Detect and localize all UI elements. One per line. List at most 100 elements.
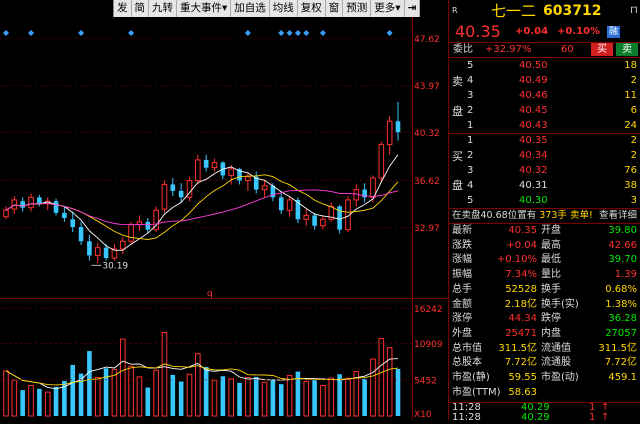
- ask-row[interactable]: 4 40.49 2: [449, 73, 640, 88]
- volume-bar: [395, 368, 401, 416]
- volume-bar: [111, 369, 118, 417]
- bid-price: 40.35: [519, 135, 548, 146]
- event-diamond-icon[interactable]: [3, 30, 9, 36]
- candle-body: [145, 221, 151, 230]
- weibi-label: 委比: [453, 44, 473, 55]
- toolbar-item-forecast[interactable]: 预测: [343, 0, 372, 17]
- bid-row[interactable]: 4 40.31 38: [449, 178, 640, 193]
- ask-row[interactable]: 1 40.43 24: [449, 118, 640, 133]
- bid-volume: 3: [630, 195, 637, 206]
- price-tick-label: 32.97: [414, 224, 440, 234]
- stat-label: 市盈(静): [452, 372, 490, 383]
- stat-row: 振幅 7.34% 量比 1.39: [449, 268, 640, 282]
- toolbar-item-major-events[interactable]: 重大事件▾: [177, 0, 232, 17]
- toolbar-item-window[interactable]: 窗: [326, 0, 344, 17]
- tick-volume: 1: [589, 411, 596, 423]
- sell-button[interactable]: 卖: [616, 43, 638, 56]
- event-diamond-icon[interactable]: [78, 30, 85, 36]
- tick-time: 11:28: [452, 411, 481, 423]
- stat-label: 振幅: [452, 269, 472, 281]
- buy-button[interactable]: 买: [591, 43, 613, 56]
- low-annotation-label: 30.19: [102, 261, 128, 271]
- kline-chart-svg[interactable]: 47.62 43.97 40.32 36.62 32.97 30.19 q 16242 109…: [0, 0, 448, 420]
- price-tick-label: 47.62: [414, 35, 440, 45]
- tick-direction-icon: ↑: [601, 411, 610, 423]
- event-diamond-icon[interactable]: [303, 30, 310, 36]
- bid-row[interactable]: 1 40.35 2: [449, 133, 640, 148]
- stat-value: 2.18亿: [504, 298, 537, 310]
- volume-bar: [386, 347, 393, 417]
- ask-row[interactable]: 3 40.46 11: [449, 88, 640, 103]
- toolbar-item-more[interactable]: 更多▾: [371, 0, 405, 17]
- toolbar-item-ma[interactable]: 均线: [270, 0, 298, 17]
- candlestick-series[interactable]: [3, 101, 401, 264]
- candle-body: [170, 184, 176, 191]
- stat-label: 换手(实): [541, 298, 579, 310]
- pin-panel-icon[interactable]: ⇥: [405, 0, 421, 17]
- event-diamond-icon[interactable]: [386, 30, 393, 36]
- stat-value: 0.68%: [605, 283, 637, 295]
- candle-body: [203, 159, 209, 168]
- event-diamond-icon[interactable]: [294, 30, 301, 36]
- ask-row[interactable]: 5 40.50 18: [449, 58, 640, 73]
- stat-row: 市盈(静) 59.55 市盈(动) 459.1: [449, 371, 640, 385]
- notice-part: 在卖盘40.68位置有 373手 卖单!: [452, 210, 593, 221]
- pin-icon[interactable]: ⊓: [630, 1, 638, 21]
- volume-bar: [261, 381, 268, 417]
- ask-volume: 11: [624, 90, 637, 101]
- ask-volume: 24: [624, 120, 637, 131]
- event-diamond-icon[interactable]: [28, 30, 35, 36]
- chevron-down-icon: ▾: [222, 2, 228, 14]
- bid-volume: 2: [630, 150, 637, 161]
- toolbar-item-adjust[interactable]: 复权: [298, 0, 326, 17]
- stat-row: 市盈(TTM) 58.63: [449, 386, 640, 400]
- candle-body: [20, 201, 25, 208]
- event-diamond-icon[interactable]: [278, 30, 285, 36]
- stat-label: 流通值: [541, 342, 571, 354]
- candle-body: [103, 247, 109, 258]
- bid-row[interactable]: 2 40.34 2: [449, 148, 640, 163]
- stat-value: 311.5亿: [598, 342, 637, 354]
- tick-time: 11:28: [452, 402, 481, 413]
- toolbar-item-jiuzhuan[interactable]: 九转: [149, 0, 177, 17]
- stat-label: 总股本: [452, 357, 482, 369]
- event-diamond-icon[interactable]: [286, 30, 293, 36]
- volume-bar: [186, 373, 193, 417]
- toolbar-item-jian[interactable]: 简: [132, 0, 149, 17]
- candle-body: [3, 209, 9, 218]
- event-markers[interactable]: [3, 30, 393, 36]
- stat-label: 金额: [452, 298, 472, 310]
- stat-label: 外盘: [452, 327, 472, 339]
- stock-header: R 七一二 603712 ⊓: [449, 1, 640, 21]
- stock-code: 603712: [543, 3, 602, 19]
- volume-bar: [278, 384, 284, 416]
- candle-body: [228, 168, 234, 176]
- event-diamond-icon[interactable]: [128, 30, 135, 36]
- level-number: 3: [467, 90, 474, 101]
- stat-value: +0.04: [506, 239, 537, 251]
- stat-value: 7.34%: [505, 269, 537, 281]
- level-number: 1: [467, 135, 474, 146]
- view-detail-link[interactable]: 查看详细: [599, 208, 637, 223]
- bid-row[interactable]: 3 40.32 76: [449, 163, 640, 178]
- candle-body: [261, 185, 268, 191]
- stat-label: 换手: [541, 283, 561, 295]
- event-diamond-icon[interactable]: [244, 30, 251, 36]
- toolbar-item-fa[interactable]: 发: [114, 0, 132, 17]
- volume-series[interactable]: [3, 331, 401, 417]
- stock-name: 七一二: [491, 2, 537, 20]
- toolbar-item-add-watchlist[interactable]: 加自选: [231, 0, 270, 17]
- volume-bar: [303, 381, 310, 417]
- event-diamond-icon[interactable]: [319, 30, 326, 36]
- margin-tag-badge: 融: [607, 26, 620, 38]
- stat-value: 40.35: [508, 225, 537, 236]
- bid-row[interactable]: 5 40.30 3: [449, 193, 640, 208]
- level-number: 1: [467, 120, 474, 131]
- ask-row[interactable]: 2 40.45 6: [449, 103, 640, 118]
- volume-bar: [37, 388, 42, 416]
- stat-label: 涨停: [452, 313, 472, 325]
- kline-chart-area[interactable]: 47.62 43.97 40.32 36.62 32.97 30.19 q 16242 109…: [0, 0, 448, 420]
- stat-label: 流通股: [541, 357, 571, 369]
- level-number: 5: [467, 195, 474, 206]
- level-number: 3: [467, 165, 474, 176]
